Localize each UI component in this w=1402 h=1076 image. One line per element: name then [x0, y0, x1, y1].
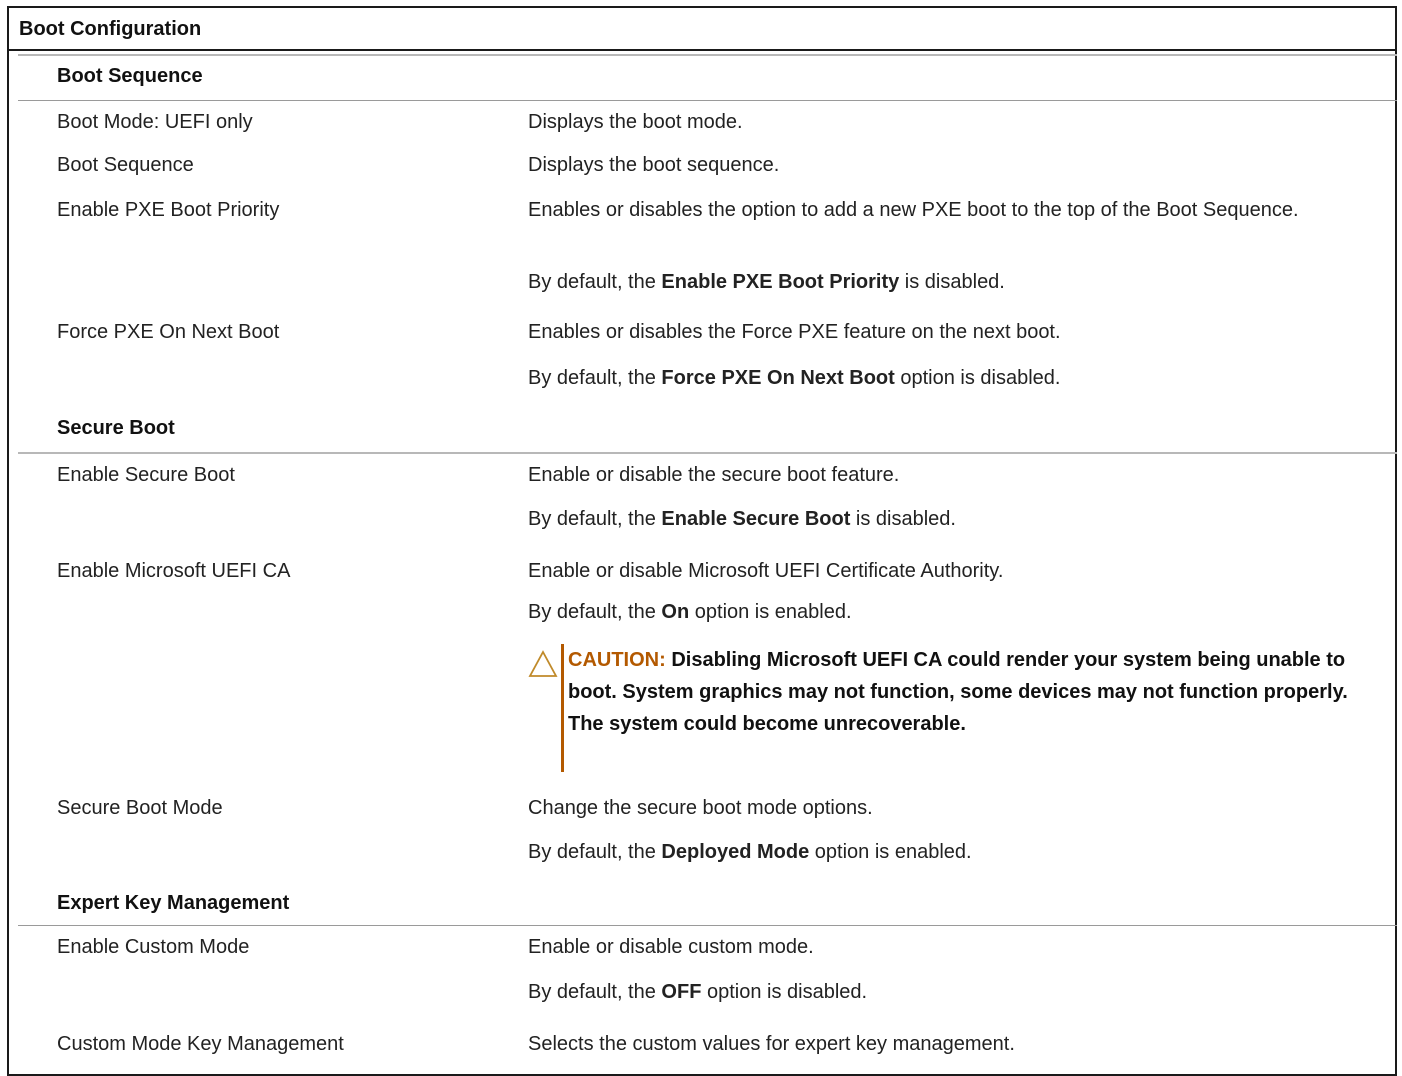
desc-boot-sequence: Displays the boot sequence. [528, 154, 780, 176]
row-divider [18, 100, 1397, 101]
option-boot-sequence: Boot Sequence [57, 154, 194, 176]
section-heading-expert-key-management: Expert Key Management [57, 892, 290, 914]
desc-enable-secure-boot: Enable or disable the secure boot featur… [528, 464, 900, 486]
default-enable-custom-mode: By default, the OFF option is disabled. [528, 981, 868, 1003]
section-divider [18, 452, 1397, 454]
default-enable-secure-boot: By default, the Enable Secure Boot is di… [528, 508, 956, 530]
page-title: Boot Configuration [19, 18, 202, 40]
desc-boot-mode: Displays the boot mode. [528, 111, 743, 133]
option-force-pxe-on-next-boot: Force PXE On Next Boot [57, 321, 280, 343]
desc-enable-microsoft-uefi-ca: Enable or disable Microsoft UEFI Certifi… [528, 560, 1004, 582]
desc-enable-pxe-boot-priority: Enables or disables the option to add a … [528, 199, 1299, 221]
caution-text: CAUTION: Disabling Microsoft UEFI CA cou… [568, 649, 1348, 735]
section-divider [18, 54, 1397, 56]
option-enable-secure-boot: Enable Secure Boot [57, 464, 235, 486]
desc-custom-mode-key-management: Selects the custom values for expert key… [528, 1033, 1015, 1055]
option-enable-microsoft-uefi-ca: Enable Microsoft UEFI CA [57, 560, 291, 582]
option-custom-mode-key-management: Custom Mode Key Management [57, 1033, 344, 1055]
desc-secure-boot-mode: Change the secure boot mode options. [528, 797, 873, 819]
desc-enable-custom-mode: Enable or disable custom mode. [528, 936, 814, 958]
default-enable-pxe-boot-priority: By default, the Enable PXE Boot Priority… [528, 271, 1005, 293]
option-enable-custom-mode: Enable Custom Mode [57, 936, 250, 958]
option-secure-boot-mode: Secure Boot Mode [57, 797, 223, 819]
option-enable-pxe-boot-priority: Enable PXE Boot Priority [57, 199, 280, 221]
option-boot-mode: Boot Mode: UEFI only [57, 111, 253, 133]
caution-bar [561, 644, 564, 772]
caution-note: CAUTION: Disabling Microsoft UEFI CA cou… [528, 644, 1358, 772]
desc-force-pxe-on-next-boot: Enables or disables the Force PXE featur… [528, 321, 1061, 343]
section-heading-boot-sequence: Boot Sequence [57, 65, 203, 87]
default-secure-boot-mode: By default, the Deployed Mode option is … [528, 841, 972, 863]
table-title-bar: Boot Configuration [7, 6, 1397, 51]
row-divider [18, 925, 1397, 926]
default-enable-microsoft-uefi-ca: By default, the On option is enabled. [528, 601, 852, 623]
default-force-pxe-on-next-boot: By default, the Force PXE On Next Boot o… [528, 367, 1061, 389]
section-heading-secure-boot: Secure Boot [57, 417, 175, 439]
warning-triangle-icon [528, 650, 558, 677]
